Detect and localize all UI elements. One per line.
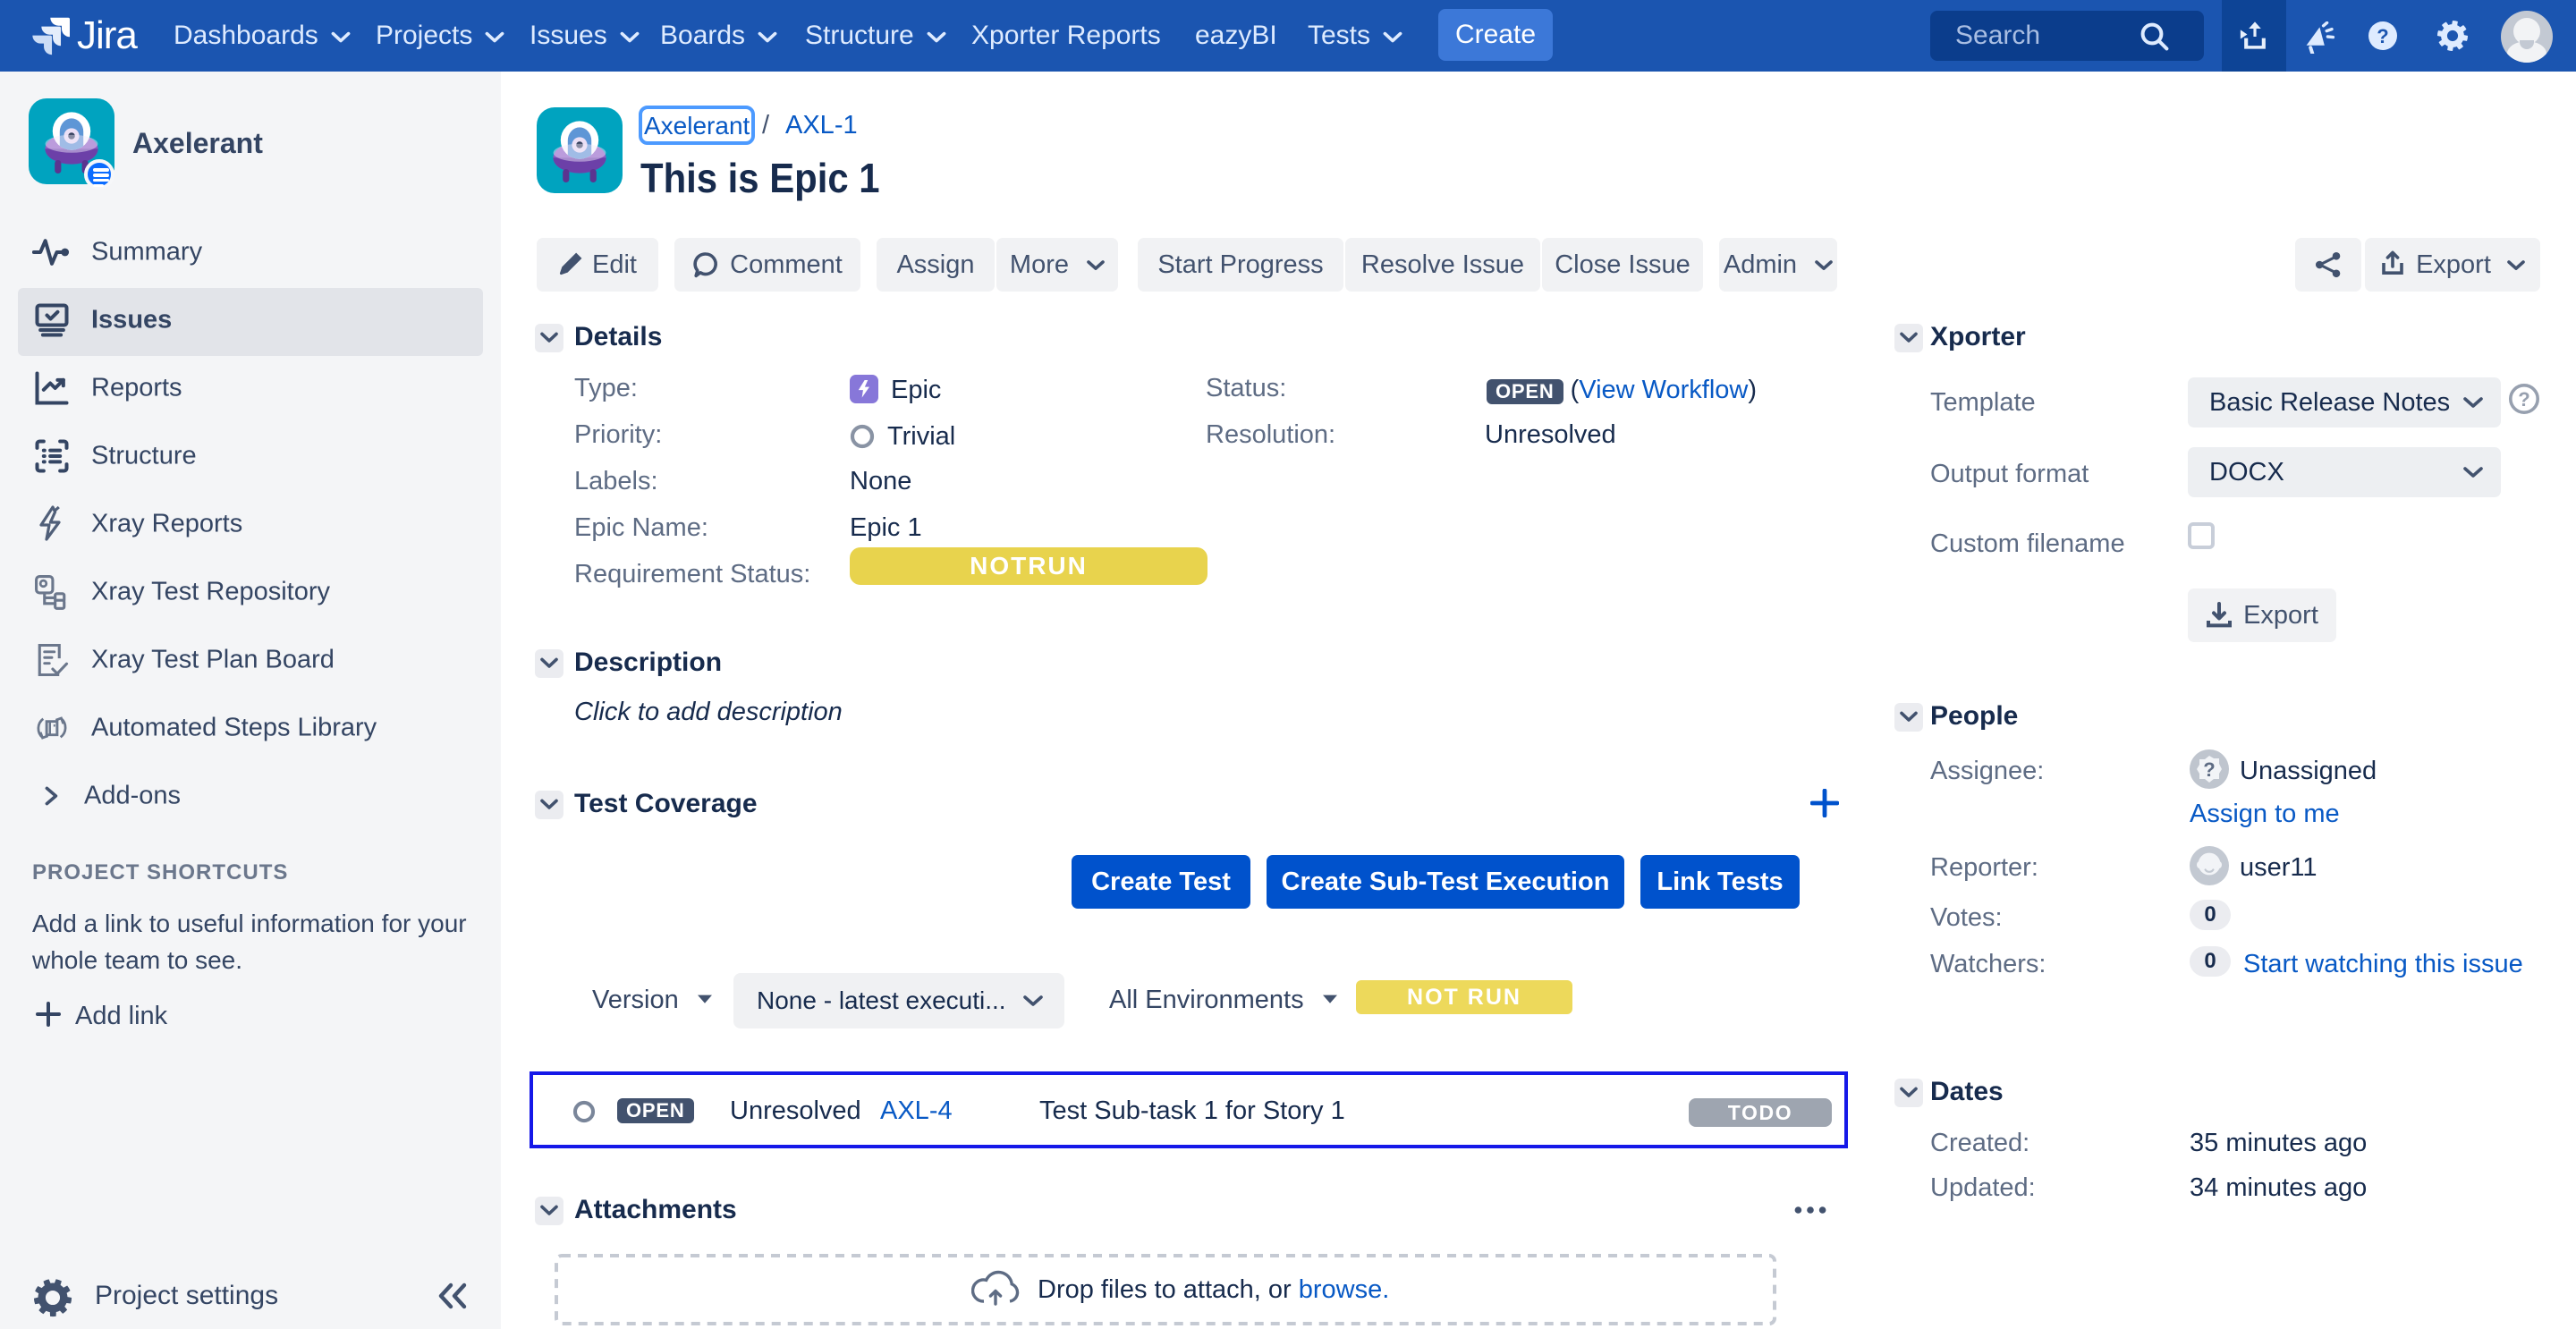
svg-text:?: ? xyxy=(2203,758,2215,781)
svg-text:?: ? xyxy=(2518,388,2529,411)
svg-text:?: ? xyxy=(2377,25,2388,47)
